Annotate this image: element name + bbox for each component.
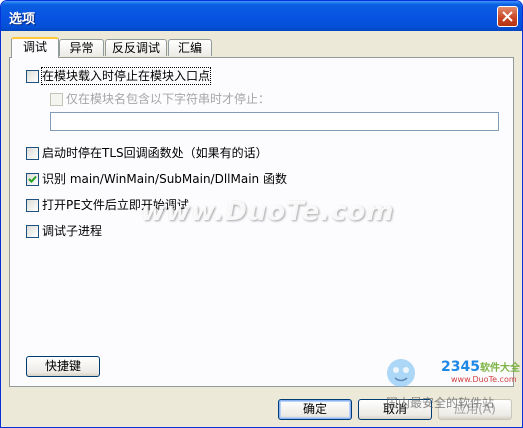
watermark-url: www.DuoTe.com [451,375,517,384]
option-label: 在模块载入时停止在模块入口点 [40,67,212,85]
ok-button[interactable]: 确定 [278,399,352,420]
close-icon [502,11,513,22]
logo-suffix: 软件大全 [479,363,520,374]
watermark-logo: 2345软件大全 [441,359,520,375]
option-label: 调试子进程 [42,224,103,238]
checkbox[interactable] [26,225,39,238]
option-label: 启动时停在TLS回调函数处（如果有的话） [42,146,268,160]
checkbox[interactable] [26,199,39,212]
close-button[interactable] [497,6,518,27]
title-bar[interactable]: 选项 [1,1,522,31]
checkbox[interactable] [26,173,39,186]
module-name-field[interactable] [50,112,499,131]
tab-assembly[interactable]: 汇编 [168,39,212,56]
shortcut-button[interactable]: 快捷键 [26,356,100,377]
tab-debug[interactable]: 调试 [11,37,59,58]
watermark-site: www.DuoTe.com [141,197,395,227]
logo-number: 2345 [441,359,480,375]
options-dialog: 选项 调试 异常 反反调试 汇编 在模块载入时停止在模块入口点 仅在模块名包含以… [0,0,523,428]
window-title: 选项 [9,12,36,27]
tab-anti-anti-debug[interactable]: 反反调试 [105,39,167,56]
tab-exceptions[interactable]: 异常 [59,39,104,56]
option-label: 仅在模块名包含以下字符串时才停止： [66,92,271,106]
option-label: 识别 main/WinMain/SubMain/DllMain 函数 [42,172,287,186]
checkmark-icon [28,175,37,183]
watermark-slogan: 国内最安全的软件站 [386,396,495,410]
mascot-logo-icon [387,359,415,387]
checkbox [50,93,63,106]
checkbox[interactable] [26,147,39,160]
checkbox[interactable] [26,70,39,83]
